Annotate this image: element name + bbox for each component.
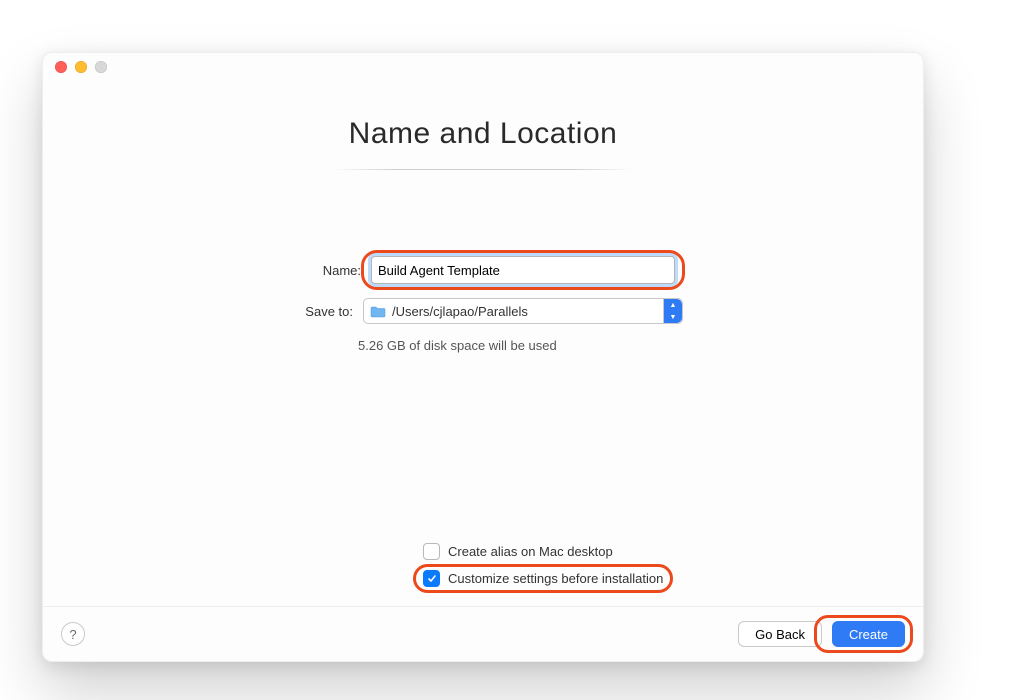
save-to-stepper[interactable]: ▲ ▼	[663, 299, 682, 323]
dialog-footer: ? Go Back Create	[43, 606, 923, 661]
customize-checkbox[interactable]	[423, 570, 440, 587]
help-button[interactable]: ?	[61, 622, 85, 646]
zoom-icon[interactable]	[95, 61, 107, 73]
alias-checkbox-label: Create alias on Mac desktop	[448, 544, 613, 559]
name-input[interactable]	[371, 256, 675, 284]
title-underline	[333, 169, 633, 170]
go-back-button[interactable]: Go Back	[738, 621, 822, 647]
page-title: Name and Location	[349, 117, 618, 169]
alias-checkbox[interactable]	[423, 543, 440, 560]
customize-checkbox-label: Customize settings before installation	[448, 571, 663, 586]
alias-checkbox-row[interactable]: Create alias on Mac desktop	[423, 543, 613, 560]
create-highlight: Create	[822, 621, 905, 647]
disk-usage-note: 5.26 GB of disk space will be used	[358, 338, 688, 353]
chevron-down-icon: ▼	[664, 311, 682, 323]
folder-icon	[370, 305, 386, 318]
save-to-label: Save to:	[283, 304, 353, 319]
close-icon[interactable]	[55, 61, 67, 73]
create-button[interactable]: Create	[832, 621, 905, 647]
name-label: Name:	[291, 263, 361, 278]
save-to-select[interactable]: /Users/cjlapao/Parallels ▲ ▼	[363, 298, 683, 324]
customize-highlight: Customize settings before installation	[423, 570, 663, 587]
dialog-window: Name and Location Name: Save to: /Users/…	[42, 52, 924, 662]
window-titlebar	[43, 53, 923, 81]
chevron-up-icon: ▲	[664, 299, 682, 311]
customize-checkbox-row[interactable]: Customize settings before installation	[423, 570, 663, 587]
minimize-icon[interactable]	[75, 61, 87, 73]
name-highlight	[371, 256, 675, 284]
save-to-path: /Users/cjlapao/Parallels	[392, 304, 528, 319]
